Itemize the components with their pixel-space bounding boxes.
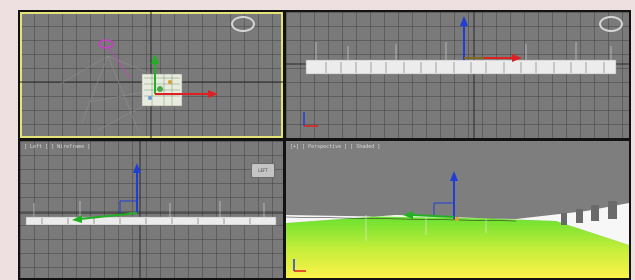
viewport-left[interactable]: [ Left ] [ Wireframe ] LEFT: [20, 141, 283, 278]
viewport-top[interactable]: [20, 12, 283, 138]
perspective-viewport-scene: [286, 171, 629, 278]
viewport-area: [ Left ] [ Wireframe ] LEFT [+] [Perspe…: [18, 10, 631, 280]
gizmo-icon: [460, 16, 522, 62]
viewport-perspective-label[interactable]: [+] [ Perspective ] [ Shaded ]: [290, 144, 380, 150]
left-viewport-scene: [20, 141, 283, 278]
axis-tripod-icon: [303, 112, 318, 127]
top-viewport-scene: [20, 12, 283, 138]
gizmo-icon: [72, 163, 141, 223]
gizmo-icon: [403, 171, 459, 221]
building-elevation: [305, 42, 617, 75]
viewport-front[interactable]: [286, 12, 629, 138]
viewport-perspective[interactable]: [+] [ Perspective ] [ Shaded ]: [286, 141, 629, 278]
front-viewport-scene: [286, 12, 629, 138]
